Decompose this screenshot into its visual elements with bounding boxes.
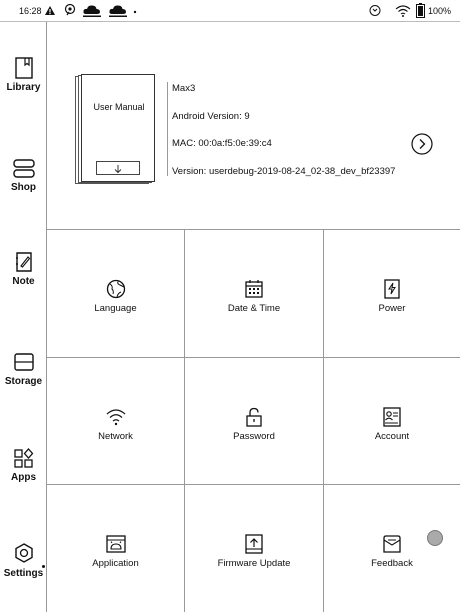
settings-item-label: Firmware Update (217, 558, 291, 569)
sidebar-item-library[interactable]: Library (0, 56, 47, 93)
settings-item-firmware-update[interactable]: Firmware Update (185, 485, 323, 612)
android-version: Android Version: 9 (172, 111, 250, 122)
settings-item-label: Account (374, 431, 410, 442)
firmware-update-icon (245, 534, 263, 554)
storage-icon (13, 353, 34, 371)
wifi-icon (106, 409, 125, 426)
calendar-icon (245, 280, 263, 298)
settings-item-label: Power (378, 303, 406, 314)
settings-item-label: Date & Time (227, 303, 281, 314)
battery-icon (416, 3, 425, 18)
floating-assist-button[interactable] (427, 530, 443, 546)
sync-icon (369, 5, 381, 16)
download-icon (96, 161, 140, 175)
sidebar-item-label: Note (12, 276, 35, 287)
sidebar-item-label: Library (6, 82, 41, 93)
settings-item-label: Password (233, 431, 275, 442)
sidebar-item-shop[interactable]: Shop (0, 156, 47, 193)
feedback-icon (383, 535, 401, 553)
settings-item-date-time[interactable]: Date & Time (185, 230, 323, 357)
sidebar-item-apps[interactable]: Apps (0, 446, 47, 483)
status-bar: 16:28 100% (0, 0, 460, 22)
settings-item-language[interactable]: Language (47, 230, 184, 357)
settings-item-label: Language (94, 303, 137, 314)
settings-item-feedback[interactable]: Feedback (324, 485, 460, 612)
wifi-icon (395, 5, 411, 17)
cloud-sync-icon (109, 5, 127, 17)
settings-item-password[interactable]: Password (185, 358, 323, 484)
user-manual-button[interactable]: User Manual (75, 74, 155, 186)
settings-item-application[interactable]: Application (47, 485, 184, 612)
library-icon (14, 57, 33, 79)
firmware-version: Version: userdebug-2019-08-24_02-38_dev_… (172, 166, 396, 177)
cloud-sync-icon (83, 5, 101, 17)
power-icon (384, 279, 400, 299)
active-indicator (42, 565, 45, 568)
warning-icon (45, 6, 55, 15)
settings-item-network[interactable]: Network (47, 358, 184, 484)
manual-cover: User Manual (81, 74, 155, 182)
sidebar-item-label: Storage (4, 376, 43, 387)
settings-item-label: Application (92, 558, 139, 569)
sidebar-item-label: Settings (3, 568, 44, 579)
device-info-panel: User Manual Max3 Android Version: 9 MAC:… (47, 22, 460, 230)
settings-icon (14, 543, 33, 563)
shop-icon (12, 159, 35, 178)
apps-icon (13, 448, 33, 468)
sidebar-item-label: Shop (11, 182, 36, 193)
sidebar-item-settings[interactable]: Settings (0, 542, 47, 579)
status-time: 16:28 (19, 6, 42, 16)
settings-item-label: Feedback (371, 558, 413, 569)
sidebar-item-note[interactable]: Note (0, 250, 47, 287)
battery-percentage: 100% (428, 6, 452, 16)
chevron-right-icon[interactable] (411, 133, 433, 155)
manual-title: User Manual (93, 102, 145, 112)
mac-address: MAC: 00:0a:f5:0e:39:c4 (172, 138, 272, 149)
globe-icon (106, 279, 125, 299)
divider (167, 82, 168, 176)
note-icon (15, 252, 32, 272)
settings-item-power[interactable]: Power (324, 230, 460, 357)
application-icon (105, 535, 126, 553)
lock-icon (246, 407, 262, 427)
account-icon (383, 407, 401, 427)
dot-icon (133, 10, 137, 14)
sidebar-item-storage[interactable]: Storage (0, 350, 47, 387)
device-model: Max3 (172, 83, 196, 94)
settings-grid: Language Date & Time Power Network Passw… (47, 230, 460, 612)
settings-item-account[interactable]: Account (324, 358, 460, 484)
sidebar: Library Shop Note Storage Apps Settings (0, 22, 47, 612)
pin-icon (64, 3, 76, 16)
sidebar-item-label: Apps (11, 472, 36, 483)
settings-item-label: Network (98, 431, 133, 442)
